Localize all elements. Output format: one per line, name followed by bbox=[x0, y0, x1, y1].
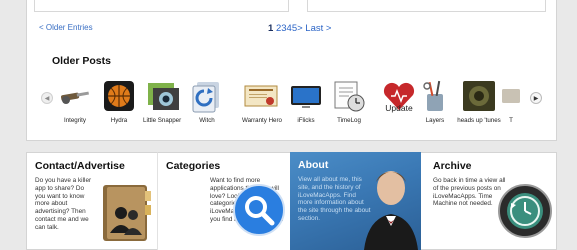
carousel-prev-button[interactable]: ◀ bbox=[41, 92, 53, 104]
carousel-next-button[interactable]: ▶ bbox=[530, 92, 542, 104]
older-posts-panel: < Older Entries 1 2345> Last > Older Pos… bbox=[26, 0, 557, 141]
app-item-hydra[interactable]: Hydra bbox=[97, 78, 141, 124]
categories-title: Categories bbox=[166, 160, 221, 172]
app-item-layers[interactable]: Layers bbox=[413, 78, 457, 124]
app-item-little-snapper[interactable]: Little Snapper bbox=[141, 78, 185, 124]
older-entries-link[interactable]: < Older Entries bbox=[39, 23, 93, 32]
basketball-icon bbox=[104, 81, 134, 111]
partial-app-icon bbox=[502, 89, 520, 103]
about-panel[interactable]: About View all about me, this site, and … bbox=[290, 152, 421, 250]
app-item-iflicks[interactable]: iFlicks bbox=[284, 78, 328, 124]
tv-icon bbox=[291, 86, 321, 108]
magnifier-icon bbox=[233, 184, 285, 236]
previous-post-box-left bbox=[34, 0, 289, 12]
triangle-right-icon: ▶ bbox=[533, 95, 539, 102]
triangle-left-icon: ◀ bbox=[44, 95, 50, 102]
contact-panel[interactable]: Contact/Advertise Do you have a killer a… bbox=[26, 152, 157, 250]
contact-text: Do you have a killer app to share? Do yo… bbox=[35, 177, 92, 231]
last-page-link[interactable]: > Last > bbox=[297, 23, 331, 34]
app-item-partial[interactable]: T bbox=[500, 78, 522, 124]
app-item-witch[interactable]: Witch bbox=[185, 78, 229, 124]
archive-title: Archive bbox=[433, 160, 472, 172]
app-item-warranty-hero[interactable]: Warranty Hero bbox=[239, 78, 283, 124]
categories-panel[interactable]: Categories Want to find more application… bbox=[157, 152, 290, 250]
pagination: 1 2345> Last > bbox=[268, 23, 331, 34]
older-posts-title: Older Posts bbox=[52, 55, 111, 67]
app-item-timelog[interactable]: TimeLog bbox=[327, 78, 371, 124]
app-item-integrity[interactable]: Integrity bbox=[53, 78, 97, 124]
certificate-icon bbox=[244, 85, 278, 107]
archive-text: Go back in time a view all of the previo… bbox=[433, 177, 506, 208]
about-text: View all about me, this site, and the hi… bbox=[298, 176, 371, 222]
about-title: About bbox=[298, 159, 329, 171]
author-photo bbox=[364, 171, 418, 250]
page-current: 1 bbox=[268, 23, 274, 34]
previous-post-box-right bbox=[307, 0, 546, 12]
camera-icon bbox=[148, 83, 179, 110]
tools-cup-icon bbox=[423, 80, 443, 111]
archive-panel[interactable]: Archive Go back in time a view all of th… bbox=[421, 152, 557, 250]
speaker-icon bbox=[463, 81, 495, 111]
app-item-heads-up-tunes[interactable]: heads up 'tunes bbox=[457, 78, 501, 124]
window-switch-icon bbox=[192, 82, 219, 113]
time-machine-icon bbox=[498, 184, 552, 238]
contact-title: Contact/Advertise bbox=[35, 160, 125, 172]
screwdriver-icon bbox=[61, 91, 89, 104]
stopwatch-icon bbox=[334, 81, 365, 112]
address-book-icon bbox=[103, 185, 151, 241]
